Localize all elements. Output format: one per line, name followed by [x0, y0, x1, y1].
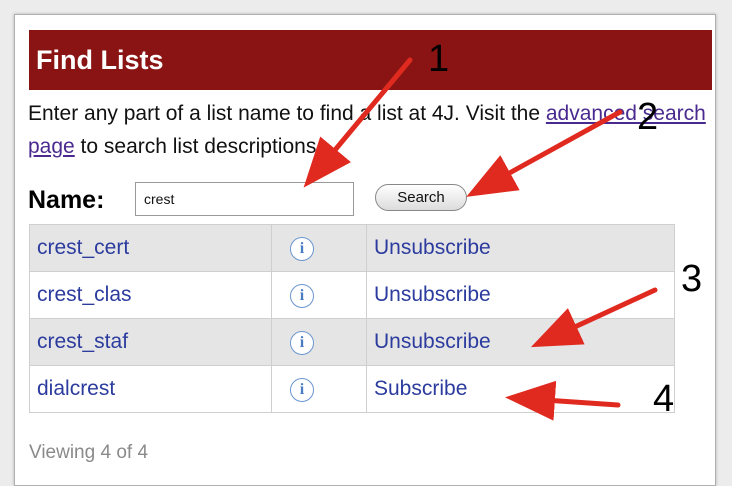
info-icon[interactable]: i — [290, 378, 314, 402]
callout-label-2: 2 — [637, 96, 659, 138]
list-name-link[interactable]: crest_staf — [37, 330, 128, 353]
intro-text-after: to search list descriptions. — [74, 135, 323, 158]
info-icon[interactable]: i — [290, 237, 314, 261]
table-row: crest_clas i Unsubscribe — [29, 271, 675, 319]
table-row: crest_cert i Unsubscribe — [29, 224, 675, 272]
callout-label-4: 4 — [653, 378, 675, 420]
search-button[interactable]: Search — [375, 184, 467, 211]
list-name-link[interactable]: crest_clas — [37, 283, 132, 306]
callout-label-1: 1 — [428, 38, 450, 80]
name-search-input[interactable] — [135, 182, 354, 216]
result-count: Viewing 4 of 4 — [29, 442, 149, 463]
unsubscribe-link[interactable]: Unsubscribe — [374, 236, 491, 259]
list-name-link[interactable]: crest_cert — [37, 236, 129, 259]
list-name-link[interactable]: dialcrest — [37, 377, 115, 400]
find-lists-panel: Find Lists Enter any part of a list name… — [14, 14, 716, 486]
panel-title: Find Lists — [29, 30, 712, 90]
unsubscribe-link[interactable]: Unsubscribe — [374, 330, 491, 353]
table-row: dialcrest i Subscribe — [29, 365, 675, 413]
intro-text-before: Enter any part of a list name to find a … — [28, 102, 546, 125]
table-row: crest_staf i Unsubscribe — [29, 318, 675, 366]
unsubscribe-link[interactable]: Unsubscribe — [374, 283, 491, 306]
name-label: Name: — [28, 186, 105, 214]
info-icon[interactable]: i — [290, 331, 314, 355]
callout-label-3: 3 — [681, 258, 703, 300]
subscribe-link[interactable]: Subscribe — [374, 377, 467, 400]
intro-text: Enter any part of a list name to find a … — [28, 97, 708, 163]
info-icon[interactable]: i — [290, 284, 314, 308]
results-table: crest_cert i Unsubscribe crest_clas i Un… — [29, 224, 675, 413]
